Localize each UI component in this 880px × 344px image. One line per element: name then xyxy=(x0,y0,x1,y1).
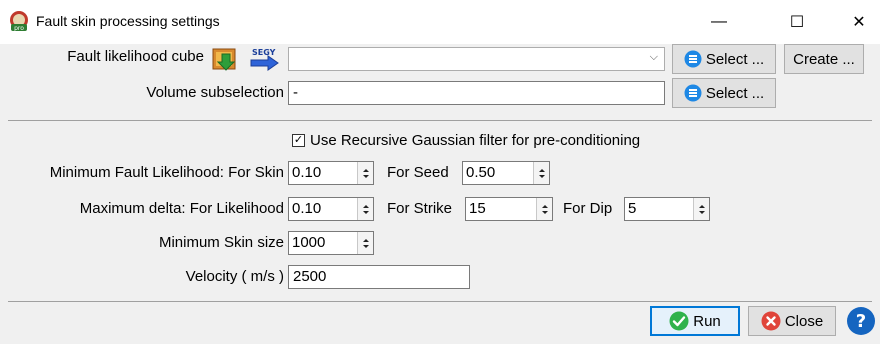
gaussian-filter-option[interactable]: ✓ Use Recursive Gaussian filter for pre-… xyxy=(292,132,640,149)
select-cube-label: Select ... xyxy=(705,50,765,68)
fault-likelihood-label: Fault likelihood cube xyxy=(67,48,204,65)
select-volume-button[interactable]: Select ... xyxy=(672,78,776,108)
gaussian-filter-label: Use Recursive Gaussian filter for pre-co… xyxy=(310,132,641,149)
minimize-icon: — xyxy=(711,13,727,30)
dip-spinbox[interactable]: 5 xyxy=(624,197,710,221)
velocity-label: Velocity ( m/s ) xyxy=(185,268,284,285)
spin-arrows-icon[interactable] xyxy=(536,198,552,220)
svg-text:pro: pro xyxy=(14,25,24,32)
volume-subselection-label: Volume subselection xyxy=(146,84,284,101)
skin-size-spinbox[interactable]: 1000 xyxy=(288,231,374,255)
import-cube-button[interactable] xyxy=(210,44,242,74)
database-icon xyxy=(684,84,702,102)
divider-top xyxy=(8,120,872,121)
checkmark-icon xyxy=(669,311,689,331)
select-volume-label: Select ... xyxy=(705,84,765,102)
help-icon: ? xyxy=(847,307,875,335)
volume-subselection-field[interactable]: - xyxy=(288,81,665,105)
create-button[interactable]: Create ... xyxy=(784,44,864,74)
max-delta-label: Maximum delta: For Likelihood xyxy=(79,200,284,217)
database-icon xyxy=(684,50,702,68)
segy-arrow-icon: SEGY xyxy=(250,48,279,71)
velocity-field[interactable]: 2500 xyxy=(288,265,470,289)
skin-size-label: Minimum Skin size xyxy=(158,234,284,251)
gaussian-filter-checkbox[interactable]: ✓ xyxy=(292,134,305,147)
fault-cube-combobox[interactable]: ⌵ xyxy=(288,47,665,71)
maximize-button[interactable]: ☐ xyxy=(774,4,820,40)
minimize-button[interactable]: — xyxy=(696,4,742,40)
strike-label: For Strike xyxy=(387,200,453,217)
dip-label: For Dip xyxy=(563,200,613,217)
spin-arrows-icon[interactable] xyxy=(357,232,373,254)
likelihood-delta-spinbox[interactable]: 0.10 xyxy=(288,197,374,221)
skin-likelihood-value: 0.10 xyxy=(292,164,322,181)
app-logo-icon: pro xyxy=(8,10,30,32)
divider-bottom xyxy=(8,301,872,302)
close-icon: ✕ xyxy=(852,14,866,31)
close-label: Close xyxy=(784,312,824,330)
segy-import-button[interactable]: SEGY xyxy=(248,44,282,74)
seed-value: 0.50 xyxy=(466,164,496,181)
run-button[interactable]: Run xyxy=(650,306,740,336)
create-label: Create ... xyxy=(793,50,855,68)
strike-spinbox[interactable]: 15 xyxy=(465,197,553,221)
run-label: Run xyxy=(693,312,721,330)
spin-arrows-icon[interactable] xyxy=(357,162,373,184)
window-title: Fault skin processing settings xyxy=(36,13,220,29)
help-button[interactable]: ? xyxy=(846,306,876,336)
maximize-icon: ☐ xyxy=(789,14,805,31)
strike-value: 15 xyxy=(469,200,486,217)
svg-text:SEGY: SEGY xyxy=(252,48,276,57)
chevron-down-icon: ⌵ xyxy=(649,51,658,63)
close-button[interactable]: Close xyxy=(748,306,836,336)
close-circle-icon xyxy=(761,311,781,331)
seed-label: For Seed xyxy=(387,164,449,181)
select-cube-button[interactable]: Select ... xyxy=(672,44,776,74)
skin-likelihood-spinbox[interactable]: 0.10 xyxy=(288,161,374,185)
skin-size-value: 1000 xyxy=(292,234,326,251)
dip-value: 5 xyxy=(628,200,637,217)
spin-arrows-icon[interactable] xyxy=(693,198,709,220)
svg-text:?: ? xyxy=(856,311,866,332)
likelihood-delta-value: 0.10 xyxy=(292,200,322,217)
spin-arrows-icon[interactable] xyxy=(533,162,549,184)
import-cube-icon xyxy=(212,48,236,71)
min-likelihood-label: Minimum Fault Likelihood: For Skin xyxy=(49,164,284,181)
seed-spinbox[interactable]: 0.50 xyxy=(462,161,550,185)
close-window-button[interactable]: ✕ xyxy=(836,4,880,40)
spin-arrows-icon[interactable] xyxy=(357,198,373,220)
